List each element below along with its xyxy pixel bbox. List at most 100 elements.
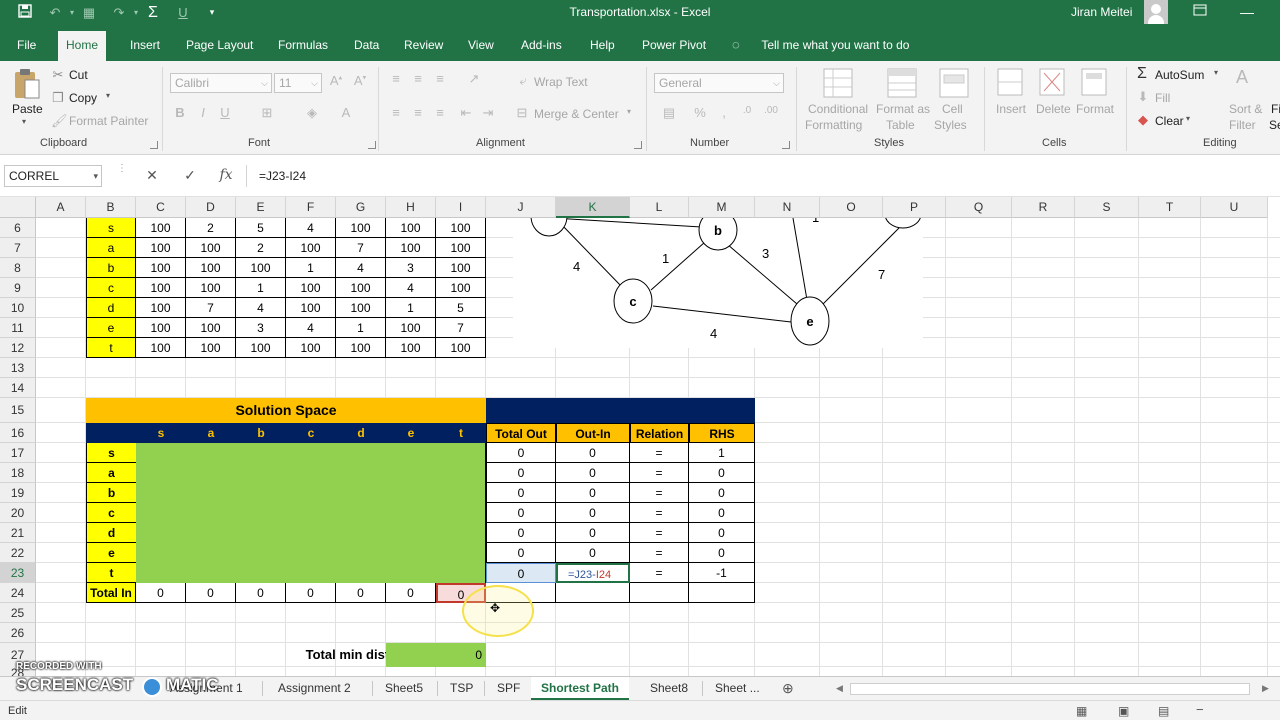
solution-extra-header[interactable]: Relation <box>630 423 689 443</box>
distance-cell[interactable]: 1 <box>386 298 436 318</box>
align-right-icon[interactable]: ≡ <box>432 105 448 120</box>
total-out-cell[interactable]: 0 <box>486 463 556 483</box>
worksheet-grid[interactable]: ABCDEFGHIJKLMNOPQRSTU 6 7 8 9 10 11 12 13 14 15 16… <box>0 197 1280 676</box>
solution-row-label[interactable]: b <box>86 483 136 503</box>
row-header-25[interactable]: 25 <box>0 603 36 623</box>
row-header-9[interactable]: 9 <box>0 278 36 298</box>
total-in-cell[interactable]: 0 <box>186 583 236 603</box>
find-select-button-2[interactable]: Se <box>1269 118 1280 132</box>
relation-cell[interactable]: = <box>630 563 689 583</box>
distance-cell[interactable]: 1 <box>336 318 386 338</box>
font-color-icon[interactable]: A <box>338 105 354 120</box>
format-painter-icon[interactable]: 🖌 <box>51 113 68 129</box>
paste-icon[interactable] <box>12 67 42 101</box>
distance-cell[interactable]: 100 <box>186 338 236 358</box>
distance-cell[interactable]: 100 <box>386 318 436 338</box>
sheet-tab-spf[interactable]: SPF <box>487 677 530 700</box>
distance-cell[interactable]: 100 <box>436 238 486 258</box>
column-header-h[interactable]: H <box>386 197 436 218</box>
comma-icon[interactable]: , <box>716 105 732 120</box>
distance-cell[interactable]: 100 <box>136 238 186 258</box>
row-header-11[interactable]: 11 <box>0 318 36 338</box>
format-painter-button[interactable]: Format Painter <box>69 114 148 128</box>
empty-bordered-cell[interactable] <box>689 583 755 603</box>
distance-cell[interactable]: 100 <box>136 258 186 278</box>
fill-button[interactable]: Fill <box>1155 91 1170 105</box>
alignment-launcher-icon[interactable] <box>634 141 642 149</box>
distance-cell[interactable]: 100 <box>286 298 336 318</box>
distance-cell[interactable]: 100 <box>336 338 386 358</box>
copy-icon[interactable]: ❐ <box>51 90 65 106</box>
paste-button[interactable]: Paste <box>12 102 43 116</box>
column-header-r[interactable]: R <box>1012 197 1075 218</box>
cell-styles-icon[interactable] <box>938 67 970 99</box>
solution-col-header[interactable]: e <box>386 423 436 443</box>
fill-color-icon[interactable]: ◈ <box>304 105 320 121</box>
distance-cell[interactable]: 100 <box>286 338 336 358</box>
solution-col-header[interactable]: b <box>236 423 286 443</box>
distance-cell[interactable]: 100 <box>236 338 286 358</box>
sheet-tab-assignment-2[interactable]: Assignment 2 <box>268 677 361 700</box>
distance-row-label[interactable]: d <box>86 298 136 318</box>
cell-styles-button-2[interactable]: Styles <box>934 118 967 132</box>
distance-row-label[interactable]: s <box>86 218 136 238</box>
network-graph-image[interactable]: b c e 4 1 3 7 4 1 <box>513 218 923 348</box>
row-header-23[interactable]: 23 <box>0 563 36 583</box>
normal-view-icon[interactable]: ▦ <box>1076 704 1087 718</box>
column-header-l[interactable]: L <box>630 197 689 218</box>
solution-col-header[interactable]: s <box>136 423 186 443</box>
distance-cell[interactable]: 4 <box>286 218 336 238</box>
distance-cell[interactable]: 4 <box>336 258 386 278</box>
conditional-formatting-button-2[interactable]: Formatting <box>805 118 862 132</box>
total-min-distance-value[interactable]: 0 <box>386 643 486 667</box>
formula-input[interactable]: =J23-I24 <box>246 165 1276 187</box>
bold-icon[interactable]: B <box>173 105 187 120</box>
tab-formulas[interactable]: Formulas <box>270 31 336 61</box>
distance-row-label[interactable]: a <box>86 238 136 258</box>
column-header-q[interactable]: Q <box>946 197 1012 218</box>
active-edit-cell[interactable]: =J23-I24 <box>556 563 630 583</box>
distance-cell[interactable]: 100 <box>186 238 236 258</box>
sort-filter-button[interactable]: Sort & <box>1229 102 1262 116</box>
distance-cell[interactable]: 100 <box>236 258 286 278</box>
scroll-right-icon[interactable]: ▶ <box>1252 677 1279 700</box>
distance-cell[interactable]: 100 <box>336 298 386 318</box>
new-sheet-icon[interactable]: ⊕ <box>772 677 804 700</box>
ribbon-display-options-icon[interactable] <box>1190 3 1210 21</box>
autosum-dropdown-icon[interactable]: ▾ <box>1214 68 1218 77</box>
tab-data[interactable]: Data <box>346 31 387 61</box>
rhs-cell[interactable]: 0 <box>689 523 755 543</box>
row-header-10[interactable]: 10 <box>0 298 36 318</box>
distance-cell[interactable]: 100 <box>286 278 336 298</box>
relation-cell[interactable]: = <box>630 483 689 503</box>
increase-indent-icon[interactable]: ⇥ <box>480 105 496 121</box>
rhs-cell[interactable]: 0 <box>689 463 755 483</box>
column-header-m[interactable]: M <box>689 197 755 218</box>
distance-cell[interactable]: 4 <box>286 318 336 338</box>
distance-cell[interactable]: 100 <box>386 218 436 238</box>
tab-add-ins[interactable]: Add-ins <box>513 31 570 61</box>
sheet-tab-tsp[interactable]: TSP <box>440 677 483 700</box>
distance-cell[interactable]: 100 <box>336 278 386 298</box>
tab-insert[interactable]: Insert <box>122 31 168 61</box>
merge-center-button[interactable]: Merge & Center <box>534 107 619 121</box>
solution-row-label[interactable]: c <box>86 503 136 523</box>
decrease-decimal-icon[interactable]: .00 <box>762 105 780 116</box>
solution-row-label[interactable]: e <box>86 543 136 563</box>
relation-cell[interactable]: = <box>630 523 689 543</box>
empty-bordered-cell[interactable] <box>556 583 630 603</box>
select-all-button[interactable] <box>0 197 36 218</box>
tab-view[interactable]: View <box>460 31 502 61</box>
column-header-a[interactable]: A <box>36 197 86 218</box>
format-cells-icon[interactable] <box>1080 67 1108 97</box>
enter-entry-icon[interactable]: ✓ <box>180 167 200 184</box>
column-header-e[interactable]: E <box>236 197 286 218</box>
distance-cell[interactable]: 7 <box>336 238 386 258</box>
out-in-cell[interactable]: 0 <box>556 523 630 543</box>
column-header-f[interactable]: F <box>286 197 336 218</box>
total-out-cell[interactable]: 0 <box>486 543 556 563</box>
rhs-cell[interactable]: 0 <box>689 543 755 563</box>
column-header-t[interactable]: T <box>1139 197 1201 218</box>
decision-variable-range[interactable] <box>136 503 486 523</box>
total-in-cell[interactable]: 0 <box>286 583 336 603</box>
